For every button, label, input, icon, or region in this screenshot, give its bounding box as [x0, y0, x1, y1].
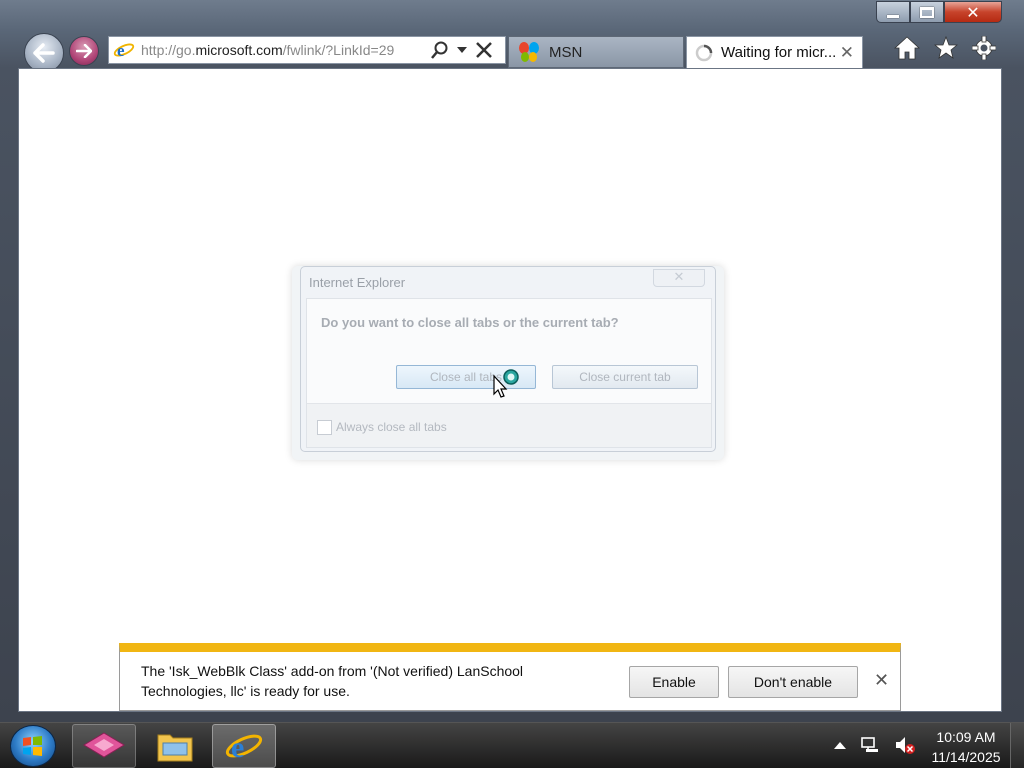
search-icon[interactable]: [431, 41, 449, 59]
system-clock[interactable]: 10:09 AM 11/14/2025: [926, 727, 1006, 767]
minimize-icon: [887, 14, 899, 18]
favorites-star-icon[interactable]: [934, 36, 958, 60]
file-explorer-icon: [157, 734, 193, 762]
svg-text:e: e: [117, 41, 125, 60]
taskbar: e 10:09 AM 11/14/2025: [0, 722, 1024, 768]
tab-close-icon[interactable]: ✕: [840, 43, 854, 63]
address-url[interactable]: http://go.microsoft.com/fwlink/?LinkId=2…: [141, 42, 423, 58]
enable-button[interactable]: Enable: [629, 666, 719, 698]
volume-muted-icon[interactable]: [894, 735, 916, 755]
taskbar-explorer-button[interactable]: [143, 724, 207, 768]
browser-toolbar: [894, 36, 996, 60]
app-icon: [83, 732, 125, 758]
show-hidden-icons-arrow-icon[interactable]: [834, 740, 846, 750]
tab-waiting[interactable]: Waiting for micr... ✕: [686, 36, 863, 68]
dialog-question: Do you want to close all tabs or the cur…: [321, 315, 619, 330]
svg-text:e: e: [231, 731, 244, 764]
home-icon[interactable]: [894, 36, 920, 60]
dialog-title: Internet Explorer: [309, 275, 406, 290]
show-desktop-button[interactable]: [1010, 723, 1024, 768]
close-current-tab-button[interactable]: Close current tab: [552, 365, 698, 389]
notification-message: The 'Isk_WebBlk Class' add-on from '(Not…: [141, 663, 524, 699]
window-caption-buttons: ✕: [876, 1, 1002, 25]
notification-close-icon[interactable]: ✕: [874, 670, 889, 691]
network-icon[interactable]: [860, 735, 880, 755]
system-tray: [834, 735, 916, 755]
close-window-button[interactable]: ✕: [944, 1, 1002, 23]
loading-spinner-icon: [695, 44, 713, 61]
addon-notification-bar: The 'Isk_WebBlk Class' add-on from '(Not…: [119, 643, 901, 711]
busy-cursor-icon: [493, 369, 519, 398]
close-tabs-dialog: Internet Explorer ✕ Do you want to close…: [300, 266, 716, 452]
back-arrow-icon: [33, 43, 55, 63]
tools-gear-icon[interactable]: [972, 36, 996, 60]
forward-arrow-icon: [76, 44, 92, 58]
address-tools: [431, 41, 493, 59]
dialog-close-button[interactable]: ✕: [653, 269, 705, 287]
address-bar[interactable]: e http://go.microsoft.com/fwlink/?LinkId…: [108, 36, 506, 64]
always-close-checkbox[interactable]: [317, 420, 332, 435]
clock-date: 11/14/2025: [931, 749, 1001, 765]
forward-button[interactable]: [69, 36, 99, 66]
taskbar-app-button[interactable]: [72, 724, 136, 768]
url-domain: microsoft.com: [195, 42, 283, 58]
tab-msn[interactable]: MSN: [508, 36, 684, 68]
url-path: /fwlink/?LinkId=29: [282, 42, 395, 58]
minimize-button[interactable]: [876, 1, 910, 23]
tab-waiting-label: Waiting for micr...: [721, 44, 837, 61]
dropdown-arrow-icon[interactable]: [457, 46, 467, 54]
dialog-footer: Always close all tabs: [307, 403, 711, 447]
start-button[interactable]: [10, 725, 56, 767]
menu-bar-ghost: [20, 4, 380, 20]
tab-msn-label: MSN: [549, 43, 583, 61]
maximize-button[interactable]: [910, 1, 944, 23]
back-button[interactable]: [24, 33, 64, 73]
msn-butterfly-icon: [519, 42, 539, 62]
maximize-icon: [920, 6, 934, 18]
ie-favicon-icon: e: [113, 41, 135, 60]
stop-x-icon[interactable]: [475, 41, 493, 59]
internet-explorer-icon: e: [225, 731, 263, 764]
always-close-label: Always close all tabs: [336, 420, 447, 434]
taskbar-ie-button[interactable]: e: [212, 724, 276, 768]
start-orb-icon: [23, 736, 42, 756]
browser-window: ✕ e http://go.microsoft.com/fwlink/?Link…: [0, 0, 1024, 722]
clock-time: 10:09 AM: [936, 729, 996, 745]
close-icon: ✕: [966, 2, 980, 22]
dont-enable-button[interactable]: Don't enable: [728, 666, 858, 698]
url-prefix: http://go.: [141, 42, 196, 58]
